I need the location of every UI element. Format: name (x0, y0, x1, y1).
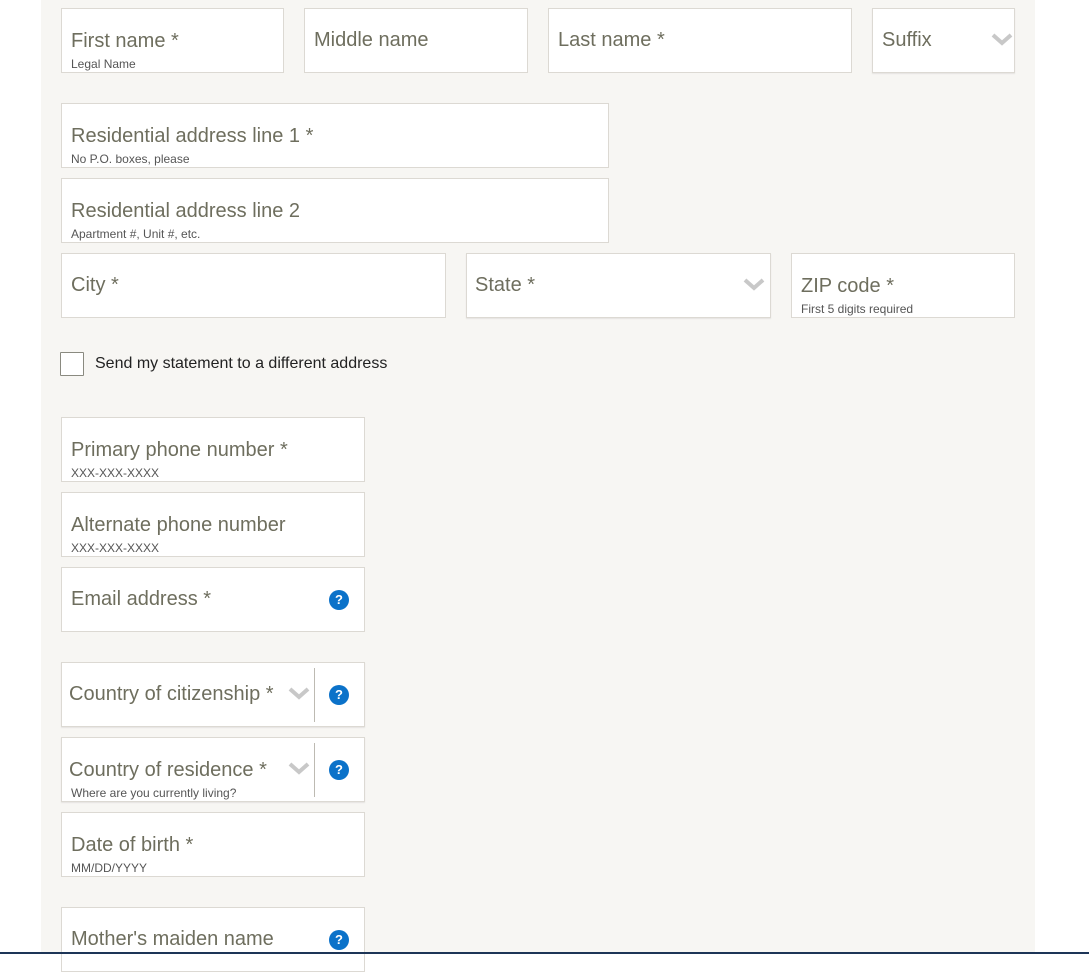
help-icon[interactable]: ? (329, 590, 349, 610)
chevron-down-icon (991, 33, 1013, 46)
last-name-field[interactable]: Last name * (548, 8, 852, 73)
residence-hint: Where are you currently living? (71, 786, 237, 800)
residence-label: Country of residence * (69, 759, 267, 781)
citizenship-select[interactable]: Country of citizenship * ? (61, 662, 365, 727)
last-name-label: Last name * (558, 29, 665, 51)
date-of-birth-label: Date of birth * (71, 834, 194, 856)
date-of-birth-field[interactable]: Date of birth * MM/DD/YYYY (61, 812, 365, 877)
primary-phone-hint: XXX-XXX-XXXX (71, 466, 160, 480)
residence-select[interactable]: Country of residence * Where are you cur… (61, 737, 365, 802)
different-address-label[interactable]: Send my statement to a different address (95, 355, 387, 373)
alternate-phone-label: Alternate phone number (71, 514, 286, 536)
field-divider (314, 743, 315, 797)
alternate-phone-field[interactable]: Alternate phone number XXX-XXX-XXXX (61, 492, 365, 557)
city-label: City * (71, 274, 119, 296)
help-icon[interactable]: ? (329, 930, 349, 950)
zip-code-label: ZIP code * (801, 275, 895, 297)
suffix-label: Suffix (882, 29, 932, 51)
primary-phone-field[interactable]: Primary phone number * XXX-XXX-XXXX (61, 417, 365, 482)
middle-name-label: Middle name (314, 29, 429, 51)
address-line1-hint: No P.O. boxes, please (71, 152, 190, 166)
help-icon[interactable]: ? (329, 685, 349, 705)
first-name-field[interactable]: First name * Legal Name (61, 8, 284, 73)
first-name-hint: Legal Name (71, 57, 136, 71)
state-label: State * (475, 274, 536, 296)
primary-phone-label: Primary phone number * (71, 439, 288, 461)
chevron-down-icon (288, 687, 310, 700)
address-line2-hint: Apartment #, Unit #, etc. (71, 227, 201, 241)
maiden-name-field[interactable]: Mother's maiden name ? (61, 907, 365, 972)
date-of-birth-hint: MM/DD/YYYY (71, 861, 148, 875)
first-name-label: First name * (71, 30, 179, 52)
address-line2-label: Residential address line 2 (71, 200, 301, 222)
middle-name-field[interactable]: Middle name (304, 8, 528, 73)
address-line1-field[interactable]: Residential address line 1 * No P.O. box… (61, 103, 609, 168)
maiden-name-label: Mother's maiden name (71, 928, 274, 950)
city-field[interactable]: City * (61, 253, 446, 318)
different-address-checkbox[interactable] (60, 352, 84, 376)
chevron-down-icon (743, 278, 765, 291)
alternate-phone-hint: XXX-XXX-XXXX (71, 541, 160, 555)
suffix-select[interactable]: Suffix (872, 8, 1015, 73)
state-select[interactable]: State * (466, 253, 771, 318)
help-icon[interactable]: ? (329, 760, 349, 780)
citizenship-label: Country of citizenship * (69, 683, 274, 705)
address-line1-label: Residential address line 1 * (71, 125, 314, 147)
email-field[interactable]: Email address * ? (61, 567, 365, 632)
zip-code-hint: First 5 digits required (801, 302, 914, 316)
zip-code-field[interactable]: ZIP code * First 5 digits required (791, 253, 1015, 318)
email-label: Email address * (71, 588, 212, 610)
address-line2-field[interactable]: Residential address line 2 Apartment #, … (61, 178, 609, 243)
field-divider (314, 668, 315, 722)
chevron-down-icon (288, 762, 310, 775)
